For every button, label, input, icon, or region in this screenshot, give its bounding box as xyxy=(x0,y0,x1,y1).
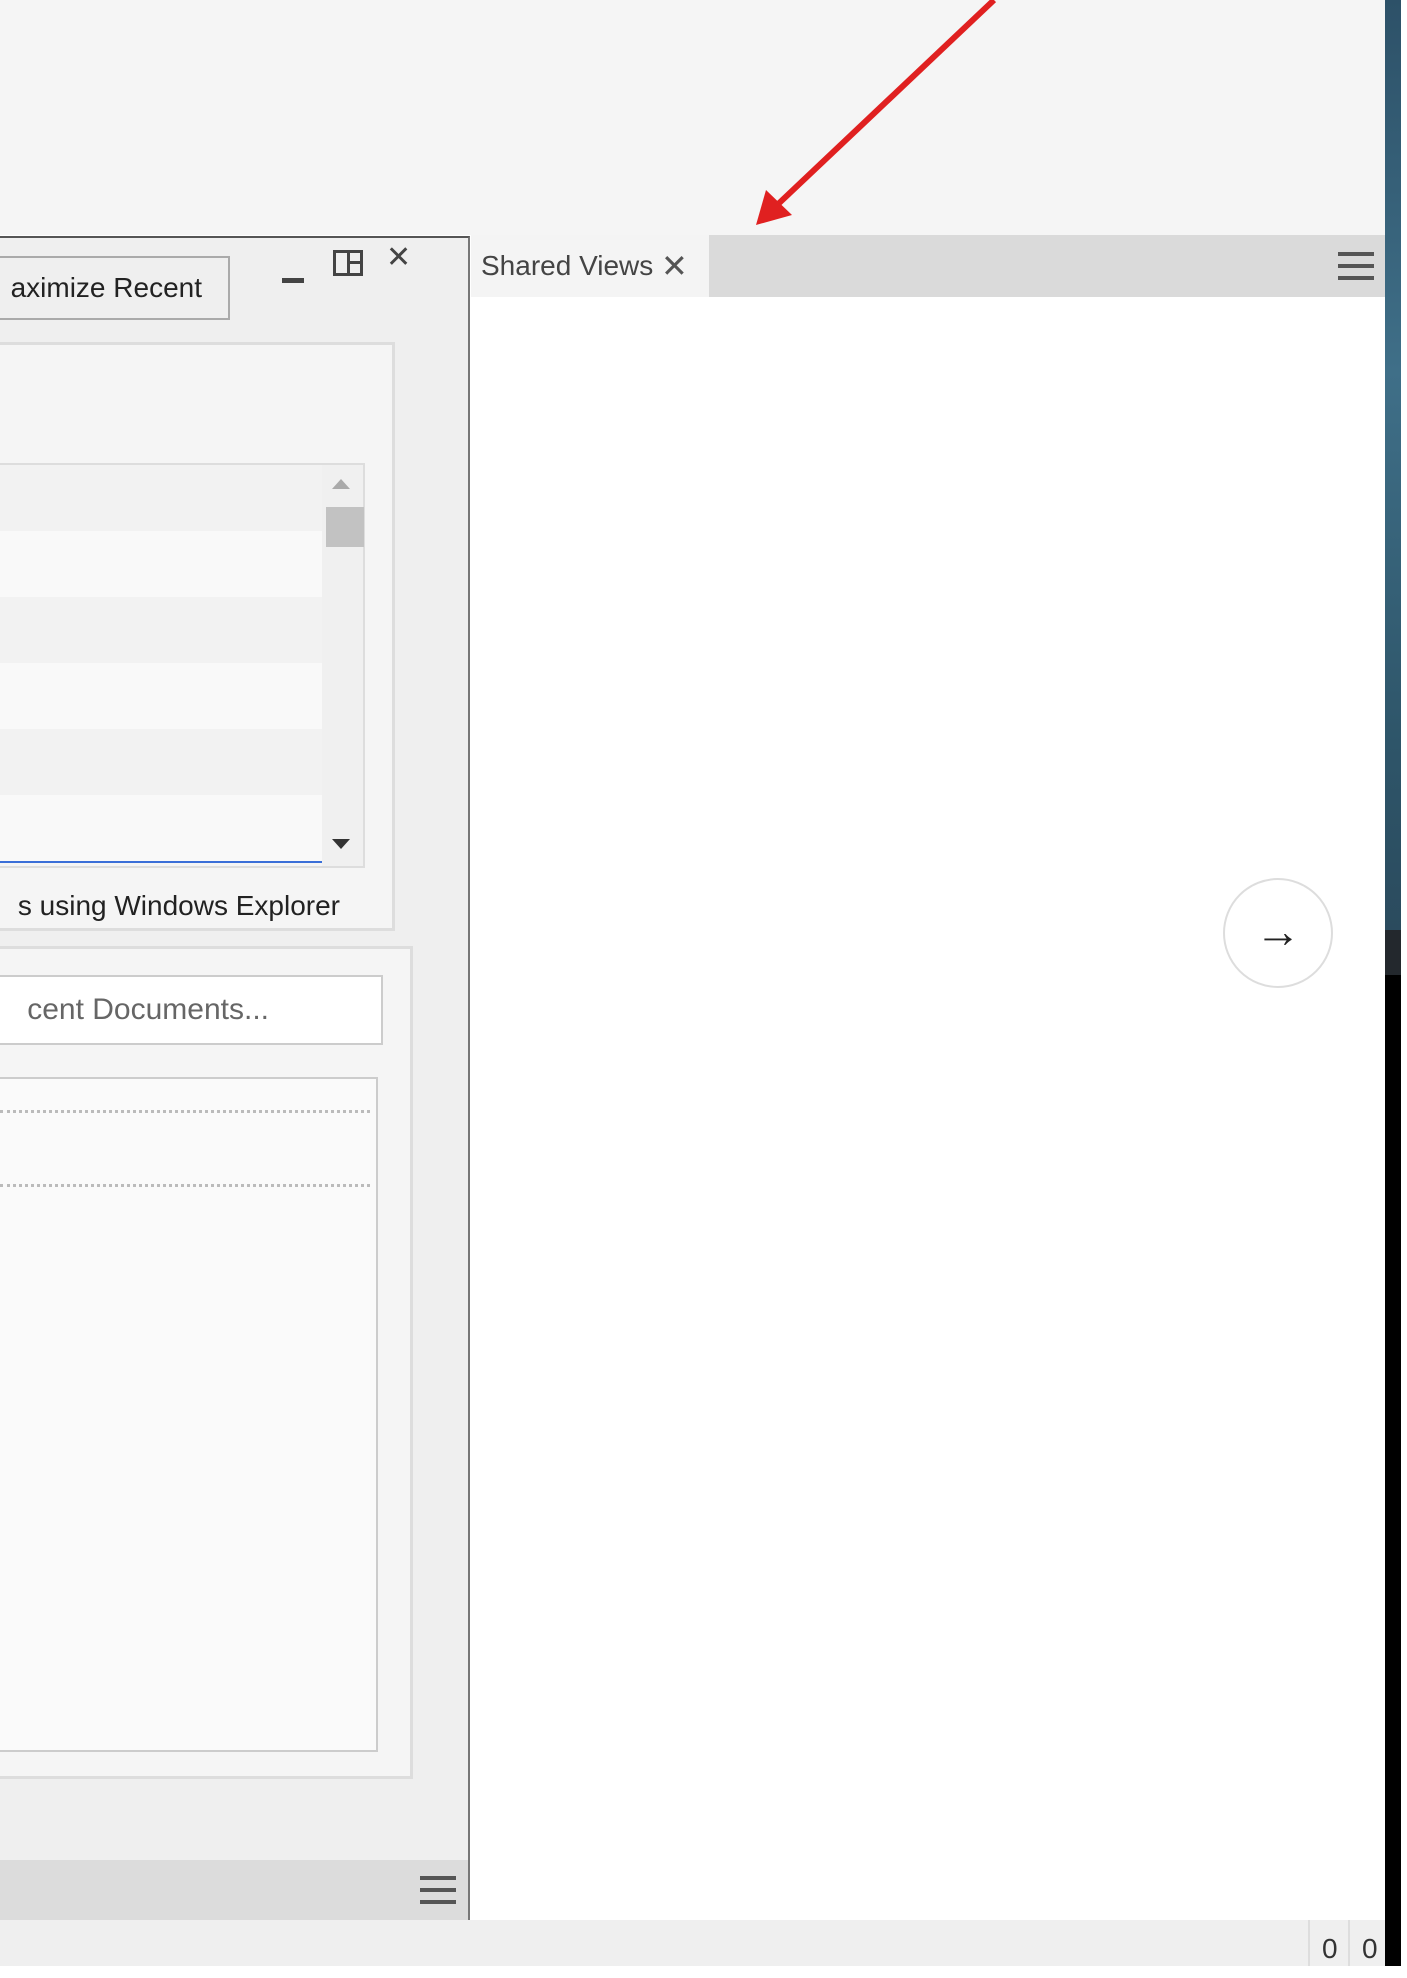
status-value: 0 xyxy=(1308,1920,1348,1966)
scroll-down-icon[interactable] xyxy=(332,839,350,849)
tree-separator xyxy=(0,1110,370,1113)
recent-documents-panel: aximize Recent ✕ s using Windows Explore… xyxy=(0,236,470,1920)
tree-separator xyxy=(0,1184,370,1187)
status-value: 0 xyxy=(1348,1920,1385,1966)
recent-documents-tree[interactable] xyxy=(0,1077,378,1752)
list-item[interactable] xyxy=(0,531,322,597)
list-item[interactable] xyxy=(0,795,322,861)
list-item[interactable] xyxy=(0,663,322,729)
desktop-background xyxy=(1385,0,1401,930)
hamburger-icon[interactable] xyxy=(1338,252,1374,280)
recent-files-group: s using Windows Explorer xyxy=(0,342,395,931)
tab-label: Shared Views xyxy=(481,250,654,281)
panel-bottom-bar xyxy=(0,1860,468,1920)
restore-icon[interactable] xyxy=(333,250,363,276)
hamburger-icon[interactable] xyxy=(420,1876,456,1904)
tab-shared-views[interactable]: Shared Views ✕ xyxy=(471,235,709,297)
selection-underline xyxy=(0,861,322,863)
tab-bar: Shared Views ✕ xyxy=(471,235,1385,297)
list-item[interactable] xyxy=(0,729,322,795)
annotation-arrow xyxy=(756,0,997,225)
close-icon[interactable]: ✕ xyxy=(386,240,411,275)
close-icon[interactable]: ✕ xyxy=(661,235,688,297)
recent-documents-group: cent Documents... xyxy=(0,946,413,1779)
next-arrow-button[interactable]: → xyxy=(1223,878,1333,988)
open-with-explorer-link[interactable]: s using Windows Explorer xyxy=(0,890,340,922)
status-bar: 0 0 xyxy=(0,1920,1385,1966)
search-recent-documents-input[interactable]: cent Documents... xyxy=(0,975,383,1045)
list-item[interactable] xyxy=(0,597,322,663)
minimize-icon[interactable] xyxy=(282,278,304,283)
maximize-recent-button[interactable]: aximize Recent xyxy=(0,256,230,320)
recent-files-list[interactable] xyxy=(0,463,365,868)
desktop-edge xyxy=(1385,0,1401,1966)
scrollbar[interactable] xyxy=(322,465,364,866)
scroll-up-icon[interactable] xyxy=(332,479,350,489)
scrollbar-thumb[interactable] xyxy=(326,507,364,547)
shared-views-content xyxy=(471,297,1385,1920)
desktop-background-dark xyxy=(1385,930,1401,975)
list-item[interactable] xyxy=(0,465,322,531)
